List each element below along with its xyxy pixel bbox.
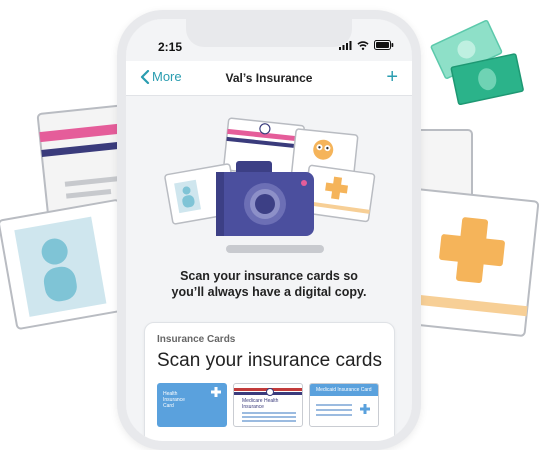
card-label: Health Insurance Card: [163, 391, 185, 409]
navigation-bar: More Val’s Insurance +: [126, 61, 412, 96]
phone-screen: 2:15 More Val’s Insurance + Scan your in…: [126, 19, 412, 441]
card-label: Medicare Health Insurance: [242, 398, 279, 410]
add-button[interactable]: +: [386, 67, 398, 87]
scan-instruction-line1: Scan your insurance cards so: [180, 269, 358, 283]
medical-cross-icon: [211, 387, 221, 397]
card-label: Medicaid Insurance Card: [316, 387, 372, 393]
panel-title: Scan your insurance cards: [157, 350, 382, 371]
card-line: [242, 416, 296, 418]
card-line: [242, 412, 296, 414]
status-icons: [339, 40, 394, 50]
money-illustration: [430, 19, 524, 106]
medicare-card[interactable]: Medicare Health Insurance: [233, 383, 303, 427]
medicaid-card[interactable]: Medicaid Insurance Card: [309, 383, 379, 427]
battery-icon: [374, 40, 394, 50]
medical-cross-icon: [360, 404, 370, 414]
card-line: [316, 404, 352, 406]
scan-instruction: Scan your insurance cards so you’ll alwa…: [126, 268, 412, 300]
card-seal-icon: [266, 388, 274, 396]
status-time: 2:15: [158, 40, 183, 54]
bg-card-cross: [402, 188, 539, 337]
signal-icon: [339, 40, 352, 50]
health-insurance-card[interactable]: Health Insurance Card: [157, 383, 227, 427]
phone-frame: 2:15 More Val’s Insurance + Scan your in…: [117, 10, 421, 450]
phone-notch: [186, 19, 352, 47]
card-line: [242, 420, 296, 422]
scan-instruction-line2: you’ll always have a digital copy.: [171, 285, 367, 299]
wifi-icon: [357, 40, 369, 50]
card-line: [316, 414, 352, 416]
insurance-cards-panel[interactable]: Insurance Cards Scan your insurance card…: [144, 322, 395, 441]
camera-illustration: [156, 107, 396, 257]
page-title: Val’s Insurance: [225, 71, 313, 85]
panel-label: Insurance Cards: [157, 334, 236, 345]
card-line: [316, 409, 352, 411]
